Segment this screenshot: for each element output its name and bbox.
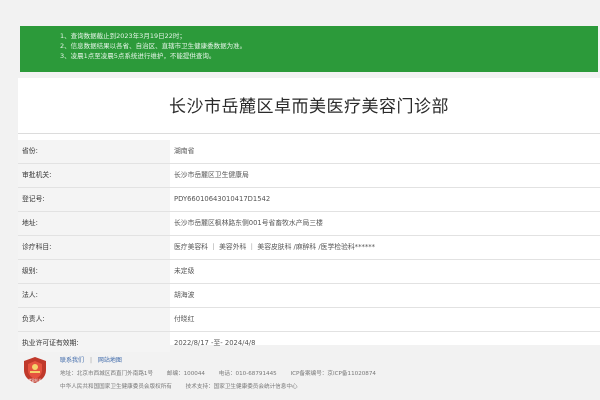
page-title: 长沙市岳麓区卓而美医疗美容门诊部: [169, 97, 449, 117]
government-emblem-icon: 党政机关: [24, 357, 46, 383]
table-row-approval-authority: 审批机关: 长沙市岳麓区卫生健康局: [18, 164, 600, 188]
footer-phone: 电话：010-68791445: [218, 371, 277, 377]
footer-icp: ICP备案编号：京ICP备11020874: [290, 371, 377, 377]
footer-contact-info: 地址：北京市西城区西直门外南路1号 邮编：100044 电话：010-68791…: [60, 369, 388, 377]
table-row-person-in-charge: 负责人: 付晓红: [18, 308, 600, 332]
contact-us-link[interactable]: 联系我们: [60, 357, 84, 364]
row-label: 负责人:: [18, 308, 170, 331]
row-label: 诊疗科目:: [18, 236, 170, 259]
row-value: 未定级: [174, 267, 195, 275]
footer-postcode: 邮编：100044: [166, 371, 205, 377]
row-label: 级别:: [18, 260, 170, 283]
row-value: PDY66010643010417D1542: [174, 195, 271, 203]
sitemap-link[interactable]: 网站地图: [98, 357, 122, 364]
row-label: 法人:: [18, 284, 170, 307]
site-footer: 党政机关 联系我们 | 网站地图 地址：北京市西城区西直门外南路1号 邮编：10…: [0, 352, 600, 400]
footer-support: 技术支持：国家卫生健康委员会统计信息中心: [185, 384, 298, 390]
notice-line: 1、查询数据截止到2023年3月19日22时；: [60, 32, 186, 40]
notice-banner: 1、查询数据截止到2023年3月19日22时； 2、信息数据结果以各省、自治区、…: [20, 26, 598, 72]
footer-address: 地址：北京市西城区西直门外南路1号: [60, 371, 154, 377]
svg-text:党政机关: 党政机关: [29, 377, 43, 382]
table-row-level: 级别: 未定级: [18, 260, 600, 284]
row-label: 地址:: [18, 212, 170, 235]
notice-line: 3、凌晨1点至凌晨5点系统进行维护，不能提供查询。: [60, 52, 216, 60]
footer-sponsor: 中华人民共和国国家卫生健康委员会版权所有: [60, 384, 172, 390]
row-value: 湖南省: [174, 147, 195, 155]
table-row-legal-person: 法人: 胡海波: [18, 284, 600, 308]
link-separator: |: [89, 357, 92, 364]
row-value: 长沙市岳麓区枫林路东侧001号省畜牧水产局三楼: [174, 219, 323, 227]
row-value: 付晓红: [174, 315, 195, 323]
table-row-address: 地址: 长沙市岳麓区枫林路东侧001号省畜牧水产局三楼: [18, 212, 600, 236]
detail-table: 省份: 湖南省 审批机关: 长沙市岳麓区卫生健康局 登记号: PDY660106…: [18, 140, 600, 356]
row-value: 医疗美容科 ｜ 美容外科 ｜ 美容皮肤科 /麻醉科 /医学检验科******: [174, 243, 376, 251]
row-label: 审批机关:: [18, 164, 170, 187]
row-label: 登记号:: [18, 188, 170, 211]
row-value: 长沙市岳麓区卫生健康局: [174, 171, 249, 179]
table-row-registration-number: 登记号: PDY66010643010417D1542: [18, 188, 600, 212]
footer-copyright-info: 中华人民共和国国家卫生健康委员会版权所有 技术支持：国家卫生健康委员会统计信息中…: [60, 382, 310, 390]
notice-line: 2、信息数据结果以各省、自治区、直辖市卫生健康委数据为准。: [60, 42, 247, 50]
title-divider: [18, 133, 600, 134]
row-label: 省份:: [18, 140, 170, 163]
institution-detail-card: 长沙市岳麓区卓而美医疗美容门诊部 省份: 湖南省 审批机关: 长沙市岳麓区卫生健…: [18, 78, 600, 356]
footer-links: 联系我们 | 网站地图: [60, 355, 126, 364]
table-row-province: 省份: 湖南省: [18, 140, 600, 164]
table-row-departments: 诊疗科目: 医疗美容科 ｜ 美容外科 ｜ 美容皮肤科 /麻醉科 /医学检验科**…: [18, 236, 600, 260]
row-value: 胡海波: [174, 291, 195, 299]
